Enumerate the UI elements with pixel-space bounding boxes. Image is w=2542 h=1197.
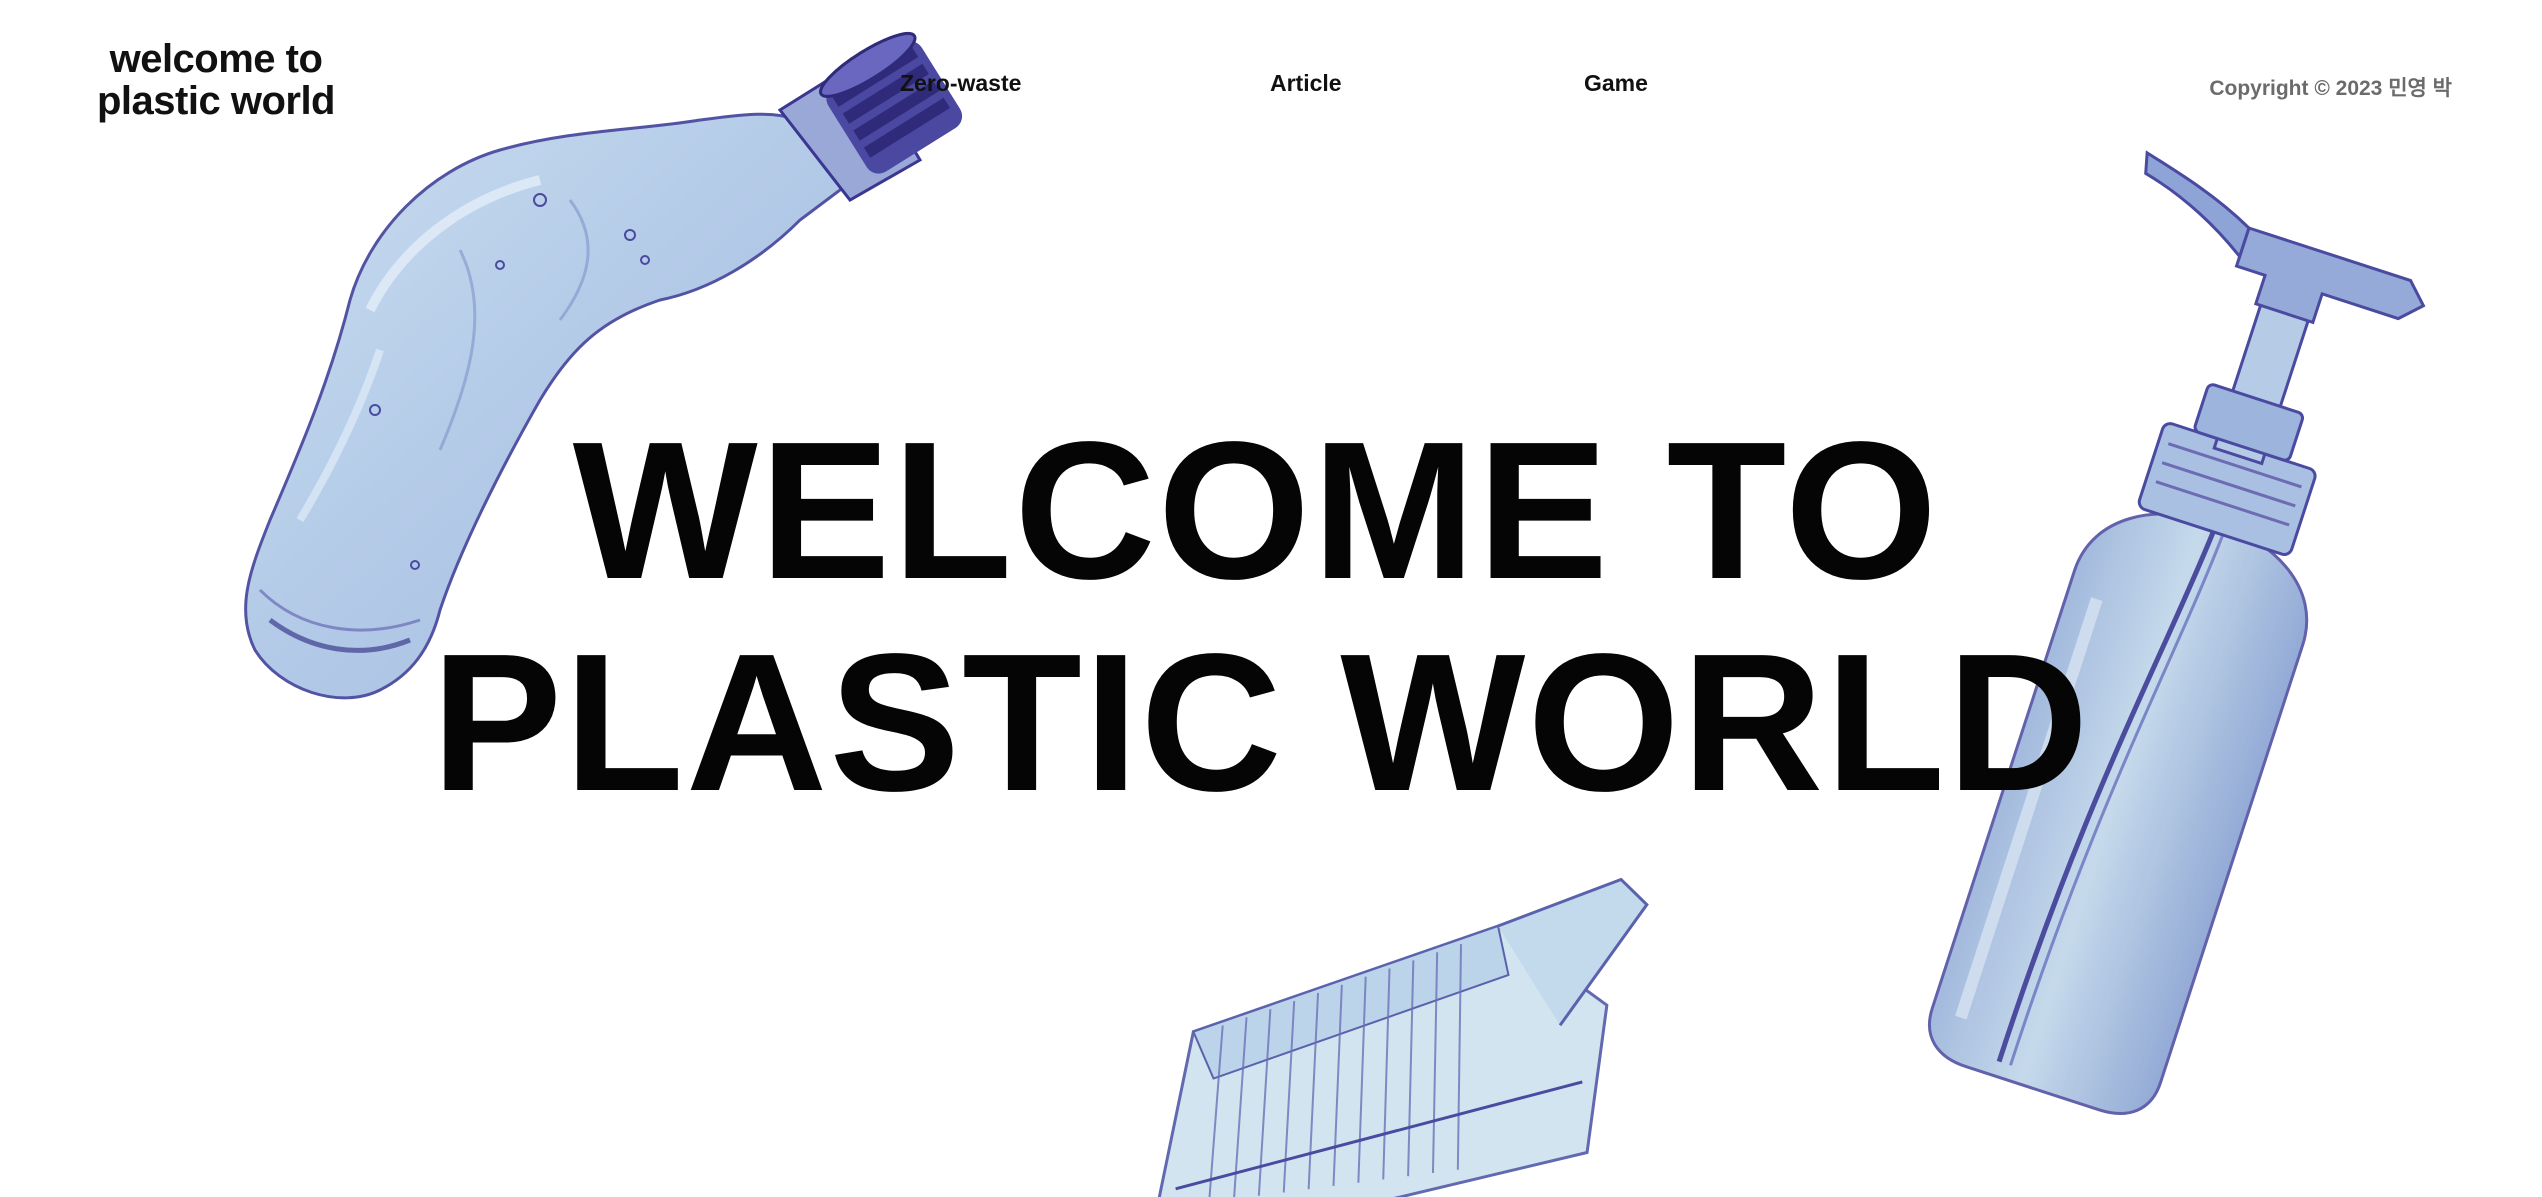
pump-bottle-image	[1880, 150, 2426, 1125]
copyright-text: Copyright © 2023 민영 박	[2209, 77, 2452, 100]
nav-link-zero-waste[interactable]: Zero-waste	[900, 70, 1021, 97]
nav-link-article[interactable]: Article	[1270, 70, 1342, 97]
clamshell-container-image	[1100, 877, 1700, 1197]
logo-line-1: welcome to	[109, 37, 323, 81]
crushed-bottle-image	[240, 31, 963, 710]
site-logo[interactable]: welcome to plastic world	[76, 38, 356, 122]
nav-link-game[interactable]: Game	[1584, 70, 1648, 97]
logo-line-2: plastic world	[97, 79, 336, 123]
page: welcome to plastic world Zero-waste Arti…	[0, 0, 2542, 1197]
